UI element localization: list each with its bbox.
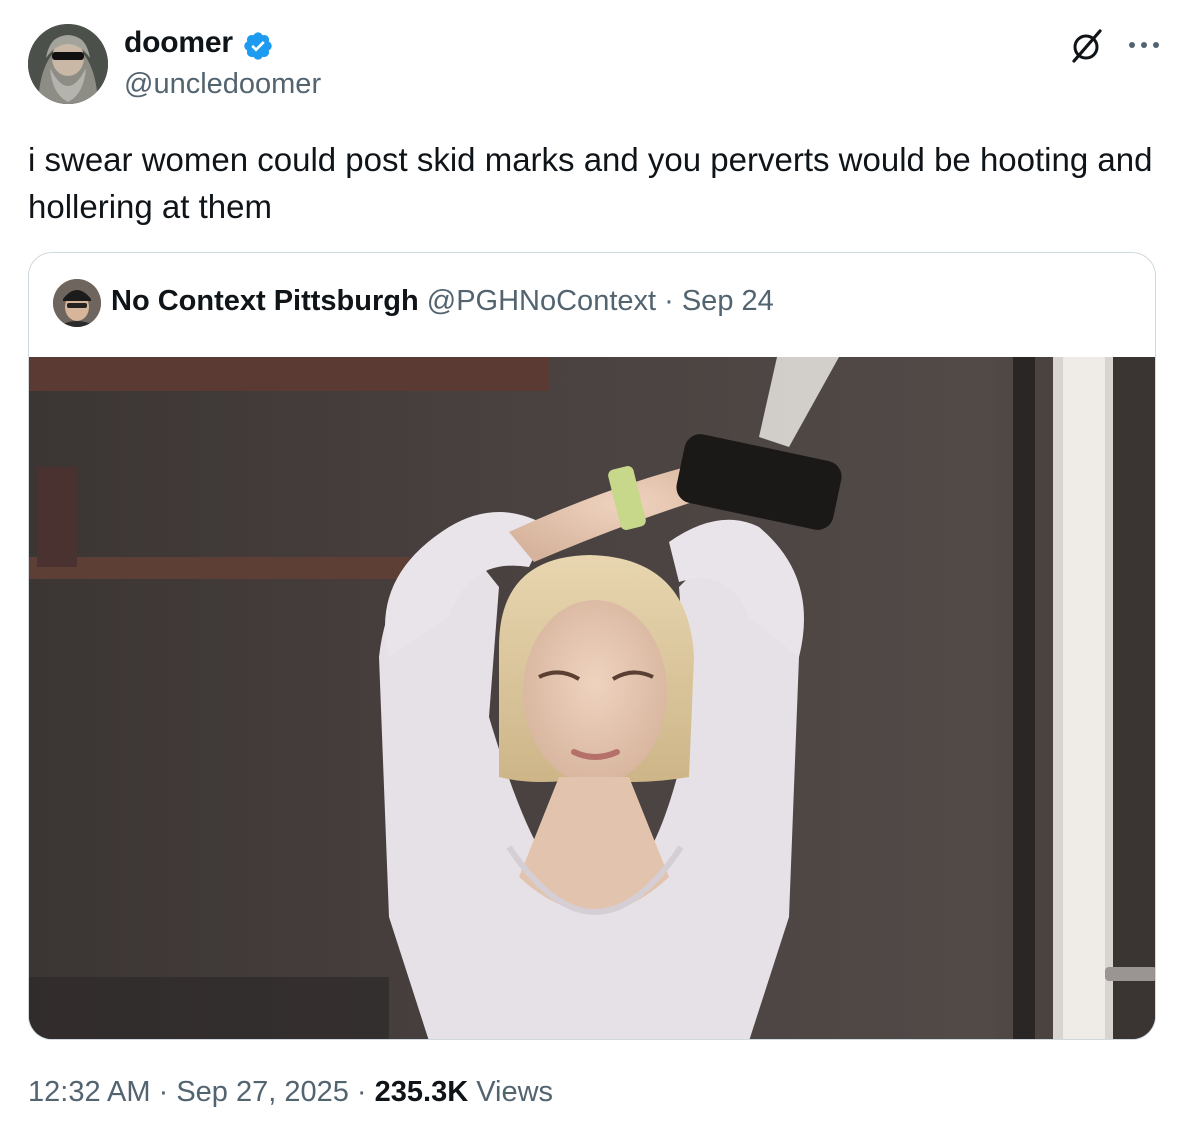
quote-photo[interactable]: [29, 357, 1155, 1039]
views-label: Views: [476, 1076, 554, 1108]
bearded-man-sunglasses-avatar: [28, 24, 108, 104]
quoted-tweet-card[interactable]: No Context Pittsburgh @PGHNoContext · Se…: [28, 252, 1156, 1040]
quote-display-name[interactable]: No Context Pittsburgh: [111, 285, 419, 317]
tweet-date[interactable]: Sep 27, 2025: [176, 1076, 349, 1108]
views-count[interactable]: 235.3K: [375, 1076, 469, 1108]
author-avatar[interactable]: [28, 24, 108, 104]
tweet-text: i swear women could post skid marks and …: [28, 141, 1153, 225]
tweet-time[interactable]: 12:32 AM: [28, 1076, 151, 1108]
quote-author-avatar[interactable]: [53, 279, 101, 327]
more-options-icon[interactable]: [1124, 30, 1164, 60]
quote-header: No Context Pittsburgh @PGHNoContext · Se…: [111, 285, 774, 318]
photo-woman-arms-raised-stadium-box: [29, 357, 1155, 1039]
grok-icon[interactable]: [1066, 28, 1106, 64]
meta-separator: ·: [348, 1076, 375, 1108]
verified-badge-icon[interactable]: [242, 30, 274, 62]
tweet-meta: 12:32 AM · Sep 27, 2025 · 235.3K Views: [28, 1076, 553, 1109]
author-handle[interactable]: @uncledoomer: [124, 68, 321, 101]
quote-separator: ·: [656, 285, 682, 317]
author-display-name[interactable]: doomer: [124, 26, 233, 60]
meta-separator: ·: [150, 1076, 177, 1108]
quote-handle[interactable]: @PGHNoContext: [427, 285, 656, 317]
man-beanie-avatar: [53, 279, 101, 327]
quote-date[interactable]: Sep 24: [682, 285, 774, 317]
